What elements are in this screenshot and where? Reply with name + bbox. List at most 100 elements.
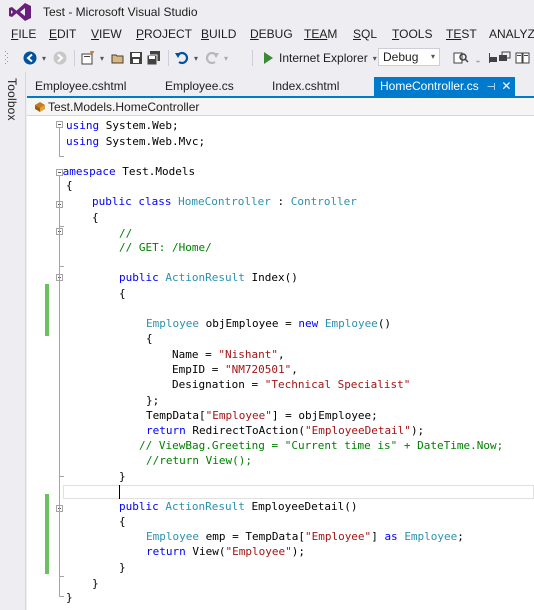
- code-line[interactable]: Name = "Nishant",: [27, 347, 534, 362]
- code-line[interactable]: namespace Test.Models: [27, 164, 534, 179]
- solution-explorer-icon[interactable]: [496, 49, 512, 67]
- toolbox-label: Toolbox: [5, 78, 19, 121]
- navigate-forward-icon[interactable]: [52, 49, 68, 67]
- code-line-text: Employee emp = TempData["Employee"] as E…: [146, 530, 464, 543]
- code-line-text: {: [119, 287, 126, 300]
- run-target-dropdown-icon: ▾: [372, 53, 377, 63]
- code-line[interactable]: {: [27, 514, 534, 529]
- menu-project[interactable]: PROJECT: [136, 27, 192, 41]
- start-debugging-button[interactable]: Internet Explorer ▾: [262, 49, 377, 67]
- code-line[interactable]: }: [27, 469, 534, 484]
- chevron-down-icon: ▾: [430, 52, 435, 61]
- code-line[interactable]: EmpID = "NM720501",: [27, 362, 534, 377]
- code-line[interactable]: }: [27, 560, 534, 575]
- code-line[interactable]: }: [27, 576, 534, 591]
- code-line-text: }: [66, 591, 73, 604]
- code-line[interactable]: public ActionResult Index(): [27, 270, 534, 285]
- outline-end-tick: [59, 476, 64, 477]
- menu-sql[interactable]: SQL: [353, 27, 377, 41]
- code-line-text: public ActionResult EmployeeDetail(): [119, 500, 358, 513]
- menu-tools[interactable]: TOOLS: [392, 27, 432, 41]
- undo-icon[interactable]: [174, 49, 190, 67]
- redo-dropdown-icon[interactable]: ▾: [222, 49, 230, 67]
- title-bar: Test - Microsoft Visual Studio: [0, 0, 534, 24]
- menu-view[interactable]: VIEW: [91, 27, 122, 41]
- code-line[interactable]: return View("Employee");: [27, 544, 534, 559]
- code-line[interactable]: public class HomeController : Controller: [27, 194, 534, 209]
- redo-icon[interactable]: [204, 49, 220, 67]
- code-line[interactable]: Employee objEmployee = new Employee(): [27, 316, 534, 331]
- code-editor[interactable]: using System.Web; using System.Web.Mvc; na…: [27, 116, 534, 610]
- code-line[interactable]: using System.Web;: [27, 118, 534, 133]
- menu-debug[interactable]: DEBUG: [250, 27, 293, 41]
- code-line[interactable]: public ActionResult EmployeeDetail(): [27, 499, 534, 514]
- find-in-files-icon[interactable]: [452, 49, 470, 67]
- code-line-text: {: [146, 332, 153, 345]
- tab-employee-cshtml[interactable]: Employee.cshtml: [29, 77, 132, 96]
- menu-build[interactable]: BUILD: [201, 27, 236, 41]
- class-icon: [35, 102, 45, 112]
- code-navigation-bar[interactable]: Test.Models.HomeController: [27, 98, 534, 116]
- solution-configuration-select[interactable]: Debug ▾: [378, 48, 440, 66]
- code-line[interactable]: TempData["Employee"] = objEmployee;: [27, 408, 534, 423]
- navigate-back-icon[interactable]: [22, 49, 38, 67]
- pin-icon[interactable]: ⊣: [487, 82, 496, 93]
- code-line-text: namespace Test.Models: [56, 165, 196, 178]
- outline-end-tick: [59, 266, 64, 267]
- outline-guide: [59, 128, 60, 156]
- close-icon[interactable]: ✕: [501, 79, 511, 93]
- code-line[interactable]: // GET: /Home/: [27, 240, 534, 255]
- code-line[interactable]: using System.Web.Mvc;: [27, 134, 534, 149]
- code-line[interactable]: //return View();: [27, 453, 534, 468]
- back-dropdown-icon[interactable]: ▾: [40, 49, 48, 67]
- menu-analyze[interactable]: ANALYZ: [489, 27, 534, 41]
- toolbar-grip-icon: [3, 49, 11, 67]
- code-line[interactable]: // ViewBag.Greeting = "Current time is" …: [27, 438, 534, 453]
- menu-file[interactable]: FILE: [11, 27, 36, 41]
- menu-team[interactable]: TEAM: [304, 27, 337, 41]
- toolbox-panel-tab[interactable]: Toolbox: [0, 72, 26, 610]
- new-project-icon[interactable]: [80, 49, 96, 67]
- code-line-text: {: [92, 211, 99, 224]
- code-line[interactable]: Designation = "Technical Specialist": [27, 377, 534, 392]
- outline-guide: [59, 208, 60, 226]
- toolbar-overflow-icon[interactable]: ₌: [473, 51, 483, 69]
- save-icon[interactable]: [128, 49, 144, 67]
- change-tracking-bar: [45, 284, 49, 336]
- collapse-region-icon[interactable]: [56, 169, 63, 176]
- collapse-region-icon[interactable]: [56, 121, 63, 128]
- menu-test[interactable]: TEST: [446, 27, 477, 41]
- code-line[interactable]: Employee emp = TempData["Employee"] as E…: [27, 529, 534, 544]
- code-line[interactable]: [27, 256, 534, 271]
- run-target-label: Internet Explorer: [279, 51, 368, 65]
- code-line-text: using System.Web;: [66, 119, 179, 132]
- tab-index-cshtml[interactable]: Index.cshtml: [266, 77, 345, 96]
- new-dropdown-icon[interactable]: ▾: [98, 49, 106, 67]
- code-line[interactable]: }: [27, 590, 534, 605]
- code-line[interactable]: //: [27, 226, 534, 241]
- code-line-text: Employee objEmployee = new Employee(): [146, 317, 392, 330]
- code-line[interactable]: };: [27, 393, 534, 408]
- code-line[interactable]: {: [27, 331, 534, 346]
- outline-end-tick: [59, 156, 64, 157]
- code-line[interactable]: {: [27, 178, 534, 193]
- open-file-icon[interactable]: [110, 49, 126, 67]
- menu-edit[interactable]: EDIT: [49, 27, 76, 41]
- code-line[interactable]: [27, 302, 534, 317]
- code-line[interactable]: {: [27, 286, 534, 301]
- outline-guide: [59, 512, 60, 576]
- code-line[interactable]: {: [27, 210, 534, 225]
- code-line-text: public class HomeController : Controller: [92, 195, 357, 208]
- tab-employee-cs[interactable]: Employee.cs: [159, 77, 240, 96]
- code-line-text: {: [66, 179, 73, 192]
- save-all-icon[interactable]: [146, 49, 162, 67]
- outline-end-tick: [59, 596, 64, 597]
- code-line[interactable]: [27, 150, 534, 165]
- undo-dropdown-icon[interactable]: ▾: [192, 49, 200, 67]
- code-line-text: //: [119, 227, 133, 240]
- code-line[interactable]: return RedirectToAction("EmployeeDetail"…: [27, 423, 534, 438]
- properties-window-icon[interactable]: [514, 49, 532, 67]
- tab-homecontroller-cs[interactable]: HomeController.cs ⊣ ✕: [374, 77, 515, 96]
- code-line-text: // GET: /Home/: [119, 241, 212, 254]
- code-line-text: using System.Web.Mvc;: [66, 135, 206, 148]
